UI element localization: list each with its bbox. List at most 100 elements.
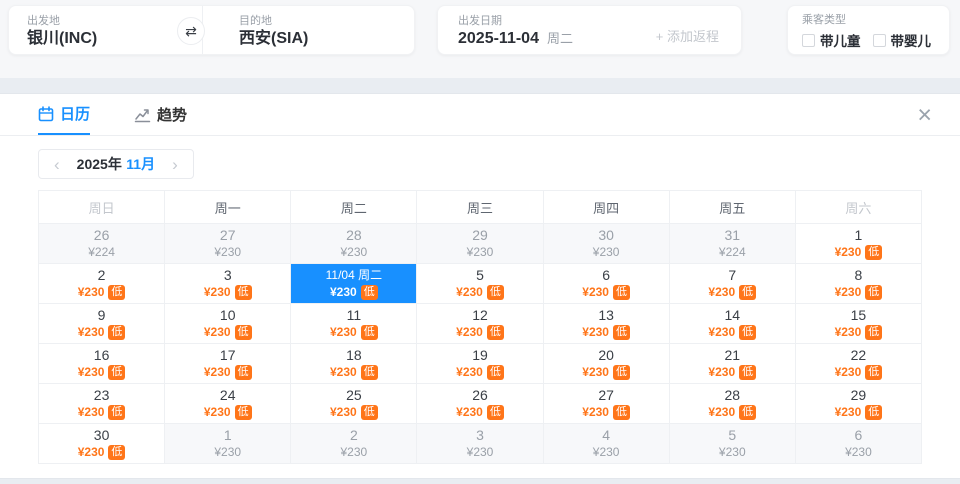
low-price-badge: 低 — [486, 405, 504, 420]
price-label: ¥230 低 — [39, 444, 164, 460]
price-label: ¥230 低 — [544, 284, 669, 300]
calendar-day-cell[interactable]: 8 ¥230 低 — [794, 263, 923, 304]
calendar-day-cell[interactable]: 3 ¥230 — [416, 423, 544, 464]
calendar-day-cell[interactable]: 10 ¥230 低 — [164, 303, 292, 344]
calendar-day-cell[interactable]: 6 ¥230 低 — [542, 263, 670, 304]
calendar-day-cell[interactable]: 3 ¥230 低 — [164, 263, 292, 304]
calendar-day-cell[interactable]: 19 ¥230 低 — [416, 343, 544, 384]
low-price-badge: 低 — [612, 285, 630, 300]
prev-month-button[interactable]: ‹ — [52, 156, 62, 173]
calendar-week-row: 2 ¥230 低 3 ¥230 低 11/04 周二 ¥230 低 5 ¥230 低 6 ¥230 低 7 ¥2… — [37, 263, 923, 304]
calendar-day-cell[interactable]: 30 ¥230 低 — [37, 423, 166, 464]
calendar-day-cell[interactable]: 27 ¥230 低 — [542, 383, 670, 424]
calendar-day-cell[interactable]: 5 ¥230 — [668, 423, 796, 464]
with-children-option[interactable]: 带儿童 — [802, 30, 861, 50]
calendar-day-cell[interactable]: 2 ¥230 — [290, 423, 418, 464]
calendar-day-cell[interactable]: 29 ¥230 — [416, 223, 544, 264]
day-number: 6 — [602, 267, 611, 283]
departure-date-value[interactable]: 2025-11-04 — [458, 28, 539, 50]
swap-route-button[interactable]: ⇄ — [177, 17, 205, 45]
tab-trend[interactable]: 趋势 — [134, 94, 187, 135]
low-price-badge: 低 — [108, 405, 126, 420]
low-price-badge: 低 — [108, 285, 126, 300]
day-number: 8 — [854, 267, 863, 283]
next-month-button[interactable]: › — [170, 156, 180, 173]
departure-value[interactable]: 银川(INC) — [27, 28, 202, 50]
day-number: 15 — [850, 307, 867, 323]
price-label: ¥230 低 — [417, 364, 542, 380]
calendar-day-cell[interactable]: 30 ¥230 — [542, 223, 670, 264]
add-return-link[interactable]: + 添加返程 — [656, 26, 719, 45]
calendar-day-cell[interactable]: 13 ¥230 低 — [542, 303, 670, 344]
day-number: 23 — [93, 387, 110, 403]
with-infant-checkbox[interactable] — [872, 33, 886, 47]
calendar-day-cell[interactable]: 20 ¥230 低 — [542, 343, 670, 384]
calendar-day-cell[interactable]: 15 ¥230 低 — [794, 303, 923, 344]
calendar-day-cell[interactable]: 21 ¥230 低 — [668, 343, 796, 384]
calendar-day-cell[interactable]: 9 ¥230 低 — [37, 303, 166, 344]
calendar-day-cell[interactable]: 1 ¥230 低 — [794, 223, 923, 264]
day-number: 13 — [598, 307, 614, 323]
weekday-header: 周一 — [164, 190, 292, 224]
calendar-day-cell[interactable]: 6 ¥230 — [794, 423, 923, 464]
calendar-day-cell[interactable]: 23 ¥230 低 — [37, 383, 166, 424]
weekday-header: 周日 — [37, 190, 166, 224]
price-label: ¥230 低 — [796, 244, 921, 260]
calendar-week-row: 23 ¥230 低 24 ¥230 低 25 ¥230 低 26 ¥230 低 27 ¥230 低 28 ¥23… — [37, 383, 923, 424]
calendar-day-cell[interactable]: 26 ¥230 低 — [416, 383, 544, 424]
weekday-header: 周三 — [416, 190, 544, 224]
calendar-day-cell[interactable]: 11/04 周二 ¥230 低 — [290, 263, 418, 304]
calendar-day-cell[interactable]: 31 ¥224 — [668, 223, 796, 264]
calendar-day-cell[interactable]: 22 ¥230 低 — [794, 343, 923, 384]
day-number: 18 — [346, 347, 362, 363]
calendar-day-cell[interactable]: 12 ¥230 低 — [416, 303, 544, 344]
with-infant-option[interactable]: 带婴儿 — [872, 30, 931, 50]
passenger-type-label: 乘客类型 — [802, 14, 846, 26]
low-price-badge: 低 — [865, 325, 883, 340]
day-number: 7 — [728, 267, 737, 283]
calendar-day-cell[interactable]: 17 ¥230 低 — [164, 343, 292, 384]
departure-date-card[interactable]: 出发日期 2025-11-04 周二 + 添加返程 — [437, 5, 742, 55]
low-price-badge: 低 — [739, 285, 757, 300]
day-number: 22 — [850, 347, 867, 363]
close-icon[interactable]: × — [917, 100, 932, 130]
destination-field[interactable]: 目的地 西安(SIA) — [203, 6, 414, 54]
calendar-day-cell[interactable]: 26 ¥224 — [37, 223, 166, 264]
calendar-day-cell[interactable]: 16 ¥230 低 — [37, 343, 166, 384]
calendar-day-cell[interactable]: 11 ¥230 低 — [290, 303, 418, 344]
calendar-day-cell[interactable]: 29 ¥230 低 — [794, 383, 923, 424]
price-label: ¥230 — [340, 445, 368, 459]
calendar-day-cell[interactable]: 4 ¥230 — [542, 423, 670, 464]
tab-calendar[interactable]: 日历 — [38, 94, 91, 135]
calendar-day-cell[interactable]: 5 ¥230 低 — [416, 263, 544, 304]
low-price-badge: 低 — [234, 405, 252, 420]
calendar-day-cell[interactable]: 28 ¥230 低 — [668, 383, 796, 424]
departure-field[interactable]: 出发地 银川(INC) — [9, 6, 202, 54]
destination-value[interactable]: 西安(SIA) — [239, 28, 414, 50]
low-price-badge: 低 — [612, 405, 630, 420]
with-children-checkbox[interactable] — [802, 33, 815, 47]
day-number: 4 — [602, 427, 611, 443]
calendar-day-cell[interactable]: 24 ¥230 低 — [164, 383, 292, 424]
day-number: 28 — [346, 227, 362, 243]
day-number: 30 — [598, 227, 614, 243]
day-number: 27 — [598, 387, 614, 403]
low-price-badge: 低 — [108, 445, 126, 460]
day-number: 5 — [728, 427, 737, 443]
price-label: ¥230 低 — [39, 364, 164, 380]
calendar-day-cell[interactable]: 28 ¥230 — [290, 223, 418, 264]
calendar-day-cell[interactable]: 7 ¥230 低 — [668, 263, 796, 304]
calendar-day-cell[interactable]: 18 ¥230 低 — [290, 343, 418, 384]
search-bar-section: 出发地 银川(INC) ⇄ 目的地 西安(SIA) 出发日期 2025-11-0… — [0, 0, 960, 78]
calendar-day-cell[interactable]: 2 ¥230 低 — [37, 263, 166, 304]
price-label: ¥230 低 — [544, 324, 669, 340]
price-label: ¥230 — [845, 445, 872, 459]
calendar-day-cell[interactable]: 1 ¥230 — [164, 423, 292, 464]
calendar-day-cell[interactable]: 14 ¥230 低 — [668, 303, 796, 344]
price-label: ¥230 低 — [544, 404, 669, 420]
low-price-badge: 低 — [486, 325, 504, 340]
day-number: 17 — [219, 347, 236, 363]
day-number: 26 — [93, 227, 110, 243]
calendar-day-cell[interactable]: 27 ¥230 — [164, 223, 292, 264]
calendar-day-cell[interactable]: 25 ¥230 低 — [290, 383, 418, 424]
